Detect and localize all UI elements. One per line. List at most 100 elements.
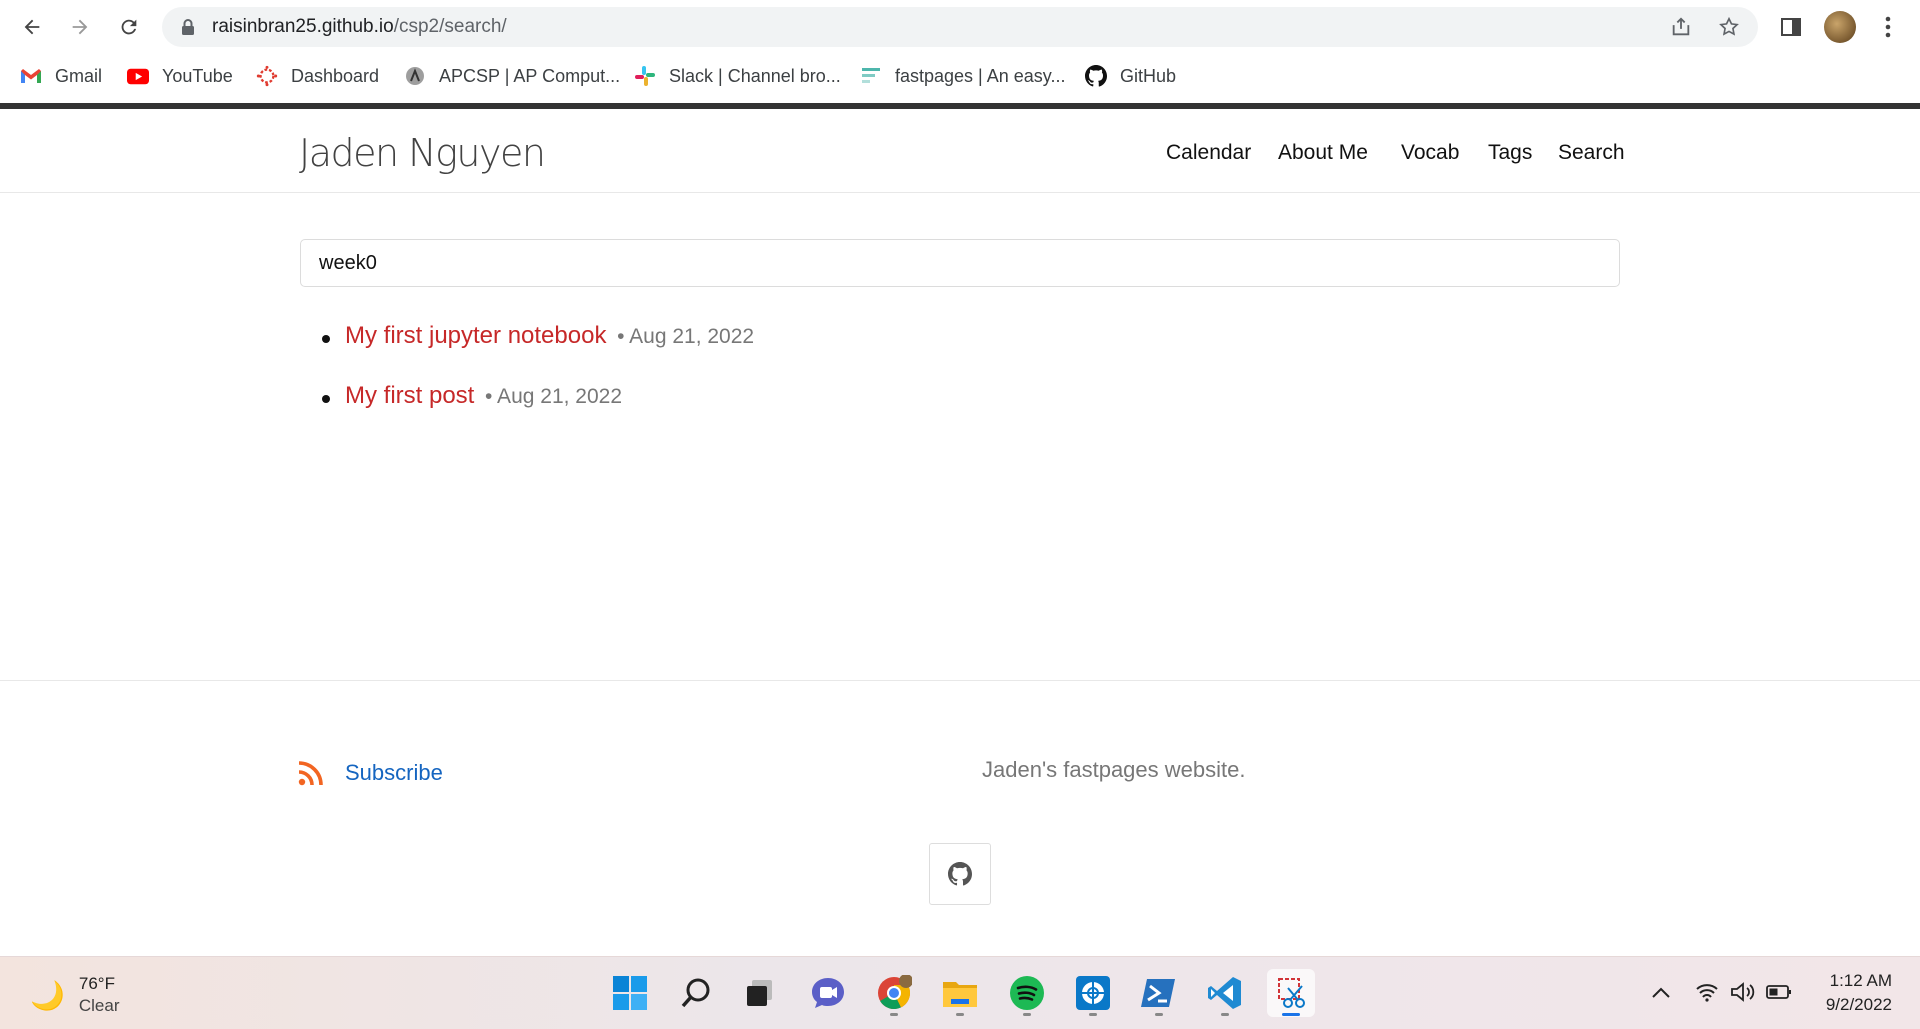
start-button[interactable] (606, 969, 654, 1017)
github-icon (948, 862, 972, 886)
bookmark-label: Slack | Channel bro... (669, 65, 841, 86)
url-path: /csp2/search/ (393, 16, 507, 37)
task-view-icon (747, 980, 772, 1006)
vscode-icon (1208, 977, 1241, 1009)
file-explorer-button[interactable] (936, 969, 984, 1017)
nav-about-me[interactable]: About Me (1278, 141, 1368, 165)
file-explorer-icon (943, 982, 977, 1007)
powershell-icon (1141, 979, 1175, 1007)
result-date: • Aug 21, 2022 (485, 385, 623, 408)
weather-widget[interactable]: 🌙 76°F Clear (30, 973, 120, 1017)
more-vert-icon (1885, 16, 1891, 38)
volume-icon (1731, 982, 1755, 1002)
bookmark-apcsp[interactable]: APCSP | AP Comput... (404, 62, 620, 90)
start-icon (613, 976, 647, 1010)
bookmark-label: YouTube (162, 65, 233, 86)
rss-icon[interactable] (298, 760, 324, 786)
github-footer-button[interactable] (929, 843, 991, 905)
bookmark-gmail[interactable]: Gmail (20, 62, 102, 90)
windows-taskbar: 🌙 76°F Clear 1:12 AM 9/2/2022 (0, 956, 1920, 1029)
bullet (322, 335, 330, 343)
footer-description: Jaden's fastpages website. (982, 757, 1246, 782)
reload-button[interactable] (112, 10, 146, 44)
bookmark-star-icon[interactable] (1718, 16, 1740, 38)
bookmark-label: APCSP | AP Comput... (439, 65, 621, 86)
bullet (322, 395, 330, 403)
running-indicator (890, 1013, 898, 1016)
running-indicator (1089, 1013, 1097, 1016)
forward-arrow-icon (72, 19, 88, 35)
network-app-icon (1076, 976, 1110, 1010)
youtube-icon (127, 65, 149, 87)
running-indicator (956, 1013, 964, 1016)
chevron-up-icon (1652, 987, 1670, 998)
bookmarks-bar: Gmail YouTube Dashboard APCSP | AP Compu… (0, 56, 1920, 94)
result-item: My first jupyter notebook • Aug 21, 2022 (300, 322, 754, 382)
result-link[interactable]: My first jupyter notebook (345, 322, 606, 349)
result-item: My first post • Aug 21, 2022 (300, 382, 754, 442)
reload-icon (121, 19, 137, 35)
wifi-status[interactable] (1694, 979, 1720, 1005)
back-button[interactable] (15, 10, 49, 44)
profile-avatar[interactable] (1824, 11, 1856, 43)
back-arrow-icon (24, 19, 40, 35)
search-input[interactable] (300, 239, 1620, 287)
gmail-icon (20, 65, 42, 87)
chrome-icon (878, 975, 912, 1010)
vscode-button[interactable] (1201, 969, 1249, 1017)
wifi-icon (1696, 984, 1718, 1002)
bookmark-label: Dashboard (291, 65, 380, 86)
task-view-button[interactable] (736, 969, 784, 1017)
bookmark-youtube[interactable]: YouTube (127, 62, 233, 90)
running-indicator (1023, 1013, 1031, 1016)
address-bar[interactable]: raisinbran25.github.io/csp2/search/ (162, 7, 1758, 47)
nav-search[interactable]: Search (1558, 141, 1625, 165)
volume-control[interactable] (1730, 979, 1756, 1005)
bookmark-slack[interactable]: Slack | Channel bro... (634, 62, 841, 90)
teams-chat-button[interactable] (804, 969, 852, 1017)
result-date: • Aug 21, 2022 (617, 325, 755, 348)
url-text: raisinbran25.github.io/csp2/search/ (212, 16, 507, 38)
bookmark-github[interactable]: GitHub (1085, 62, 1176, 90)
bookmark-label: GitHub (1120, 65, 1177, 86)
moon-icon: 🌙 (30, 979, 65, 1011)
spotify-button[interactable] (1003, 969, 1051, 1017)
bookmark-fastpages[interactable]: fastpages | An easy... (860, 62, 1065, 90)
clock-date: 9/2/2022 (1825, 995, 1892, 1014)
share-icon[interactable] (1670, 16, 1692, 38)
running-indicator (1155, 1013, 1163, 1016)
side-panel-button[interactable] (1776, 10, 1806, 44)
github-icon (1085, 65, 1107, 87)
chrome-menu-button[interactable] (1873, 10, 1903, 44)
taskbar-search-button[interactable] (672, 969, 720, 1017)
nav-vocab[interactable]: Vocab (1401, 141, 1459, 165)
subscribe-link[interactable]: Subscribe (345, 760, 443, 786)
apcsp-icon (404, 65, 426, 87)
result-link[interactable]: My first post (345, 382, 474, 409)
network-app-button[interactable] (1069, 969, 1117, 1017)
lock-icon (182, 19, 194, 35)
nav-calendar[interactable]: Calendar (1166, 141, 1251, 165)
search-icon (681, 978, 710, 1008)
canvas-icon (256, 65, 278, 87)
bookmark-dashboard[interactable]: Dashboard (256, 62, 379, 90)
slack-icon (634, 65, 656, 87)
site-footer: Subscribe Jaden's fastpages website. (0, 680, 1920, 956)
show-hidden-icons-button[interactable] (1648, 979, 1674, 1005)
site-title[interactable]: Jaden Nguyen (299, 131, 546, 175)
snipping-tool-button[interactable] (1267, 969, 1315, 1017)
chrome-taskbar-button[interactable] (870, 969, 918, 1017)
bookmark-label: fastpages | An easy... (895, 65, 1066, 86)
search-results: My first jupyter notebook • Aug 21, 2022… (300, 322, 754, 442)
nav-tags[interactable]: Tags (1488, 141, 1532, 165)
weather-condition: Clear (78, 996, 120, 1015)
weather-temperature: 76°F (78, 974, 115, 993)
battery-icon (1766, 985, 1791, 999)
teams-chat-icon (812, 978, 844, 1008)
spotify-icon (1010, 976, 1044, 1010)
forward-button[interactable] (63, 10, 97, 44)
powershell-button[interactable] (1135, 969, 1183, 1017)
system-clock[interactable]: 1:12 AM 9/2/2022 (1808, 969, 1892, 1017)
clock-time: 1:12 AM (1829, 971, 1892, 990)
battery-status[interactable] (1766, 979, 1792, 1005)
